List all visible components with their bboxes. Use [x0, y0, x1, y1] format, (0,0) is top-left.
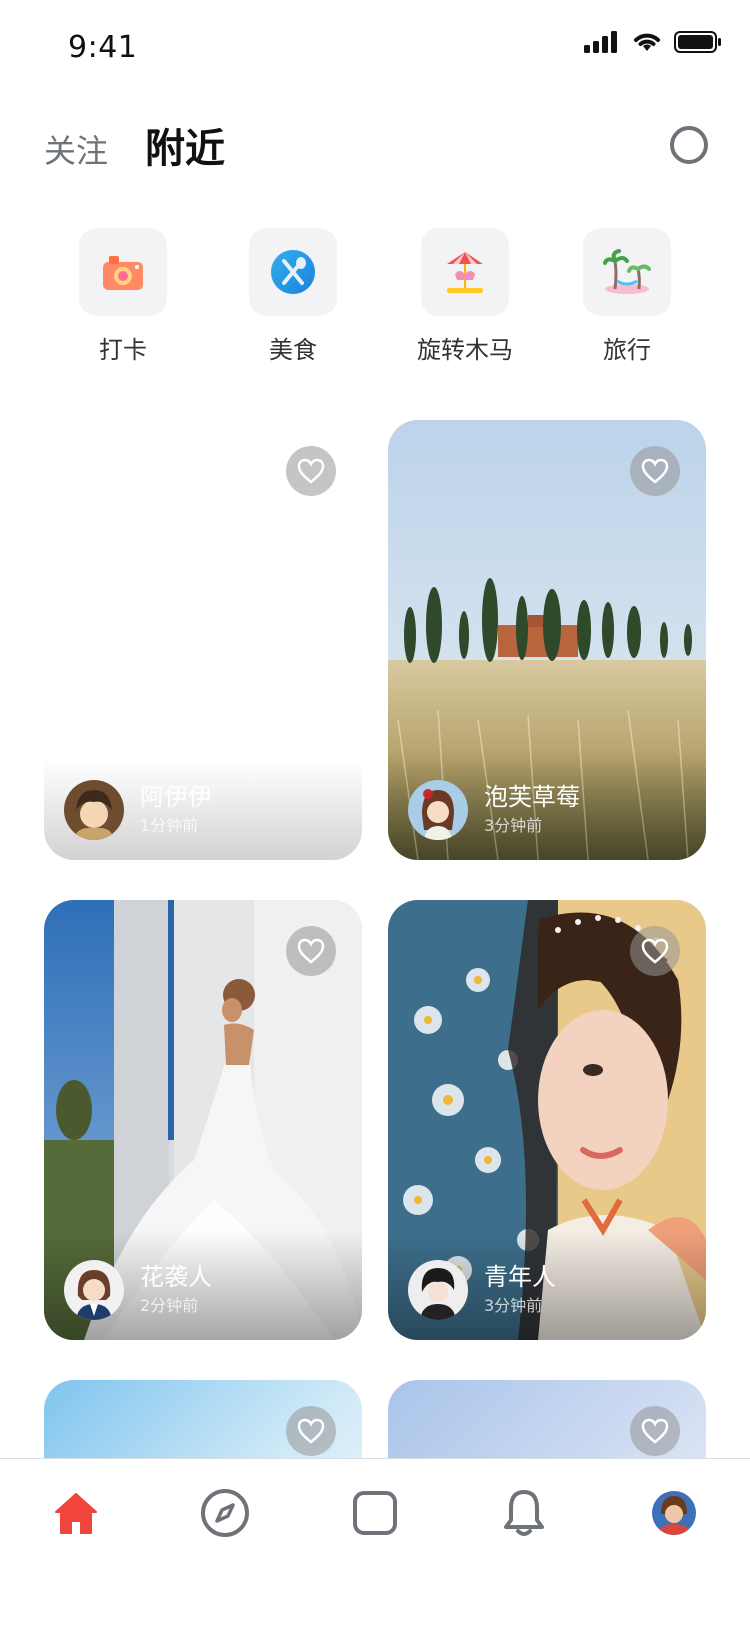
nav-discover[interactable]	[195, 1483, 255, 1543]
beach-icon	[603, 249, 651, 294]
category-travel[interactable]: 旅行	[552, 228, 702, 365]
bell-icon	[504, 1490, 544, 1536]
compass-icon	[201, 1489, 249, 1537]
heart-icon	[641, 938, 669, 964]
nav-home[interactable]	[46, 1483, 106, 1543]
like-button[interactable]	[286, 446, 336, 496]
post-card[interactable]: 花袭人 2分钟前	[44, 900, 362, 1340]
category-food[interactable]: 美食	[218, 228, 368, 365]
post-username: 阿伊伊	[140, 783, 212, 811]
header-circle-button[interactable]	[670, 126, 708, 164]
nav-notifications[interactable]	[494, 1483, 554, 1543]
category-tile[interactable]	[421, 228, 509, 316]
heart-icon	[297, 1418, 325, 1444]
tab-follow[interactable]: 关注	[44, 126, 108, 172]
category-label: 旅行	[603, 336, 651, 364]
square-icon	[353, 1491, 397, 1535]
avatar[interactable]	[408, 1260, 468, 1320]
post-time: 2分钟前	[140, 1296, 199, 1315]
camera-icon	[103, 256, 143, 290]
bottom-nav	[0, 1458, 750, 1625]
post-card[interactable]: 泡芙草莓 3分钟前	[388, 420, 706, 860]
post-card[interactable]: 阿伊伊 1分钟前	[44, 420, 362, 860]
category-tile[interactable]	[583, 228, 671, 316]
battery-icon	[674, 31, 721, 53]
like-button[interactable]	[630, 1406, 680, 1456]
post-username: 泡芙草莓	[484, 783, 580, 811]
avatar[interactable]	[408, 780, 468, 840]
signal-icon	[584, 31, 617, 53]
heart-icon	[641, 1418, 669, 1444]
category-carousel[interactable]: 旋转木马	[390, 228, 540, 365]
category-label: 美食	[269, 336, 317, 364]
wifi-icon	[634, 33, 660, 51]
like-button[interactable]	[630, 446, 680, 496]
avatar[interactable]	[64, 1260, 124, 1320]
status-time: 9:41	[68, 30, 138, 65]
post-username: 青年人	[484, 1263, 556, 1291]
utensils-icon	[271, 250, 315, 294]
heart-icon	[297, 458, 325, 484]
post-time: 3分钟前	[484, 816, 543, 835]
like-button[interactable]	[286, 926, 336, 976]
tab-nearby[interactable]: 附近	[145, 116, 225, 174]
like-button[interactable]	[630, 926, 680, 976]
category-tile[interactable]	[79, 228, 167, 316]
category-tile[interactable]	[249, 228, 337, 316]
heart-icon	[297, 938, 325, 964]
nav-profile[interactable]	[644, 1483, 704, 1543]
category-label: 打卡	[99, 336, 147, 364]
home-icon	[55, 1493, 97, 1534]
category-checkin[interactable]: 打卡	[48, 228, 198, 365]
post-time: 1分钟前	[140, 816, 199, 835]
category-label: 旋转木马	[417, 336, 513, 364]
like-button[interactable]	[286, 1406, 336, 1456]
heart-icon	[641, 458, 669, 484]
avatar	[652, 1491, 696, 1535]
status-icons	[584, 30, 722, 54]
post-username: 花袭人	[140, 1263, 212, 1291]
post-card[interactable]: 青年人 3分钟前	[388, 900, 706, 1340]
avatar[interactable]	[64, 780, 124, 840]
carousel-icon	[447, 252, 483, 293]
post-time: 3分钟前	[484, 1296, 543, 1315]
nav-create[interactable]	[345, 1483, 405, 1543]
